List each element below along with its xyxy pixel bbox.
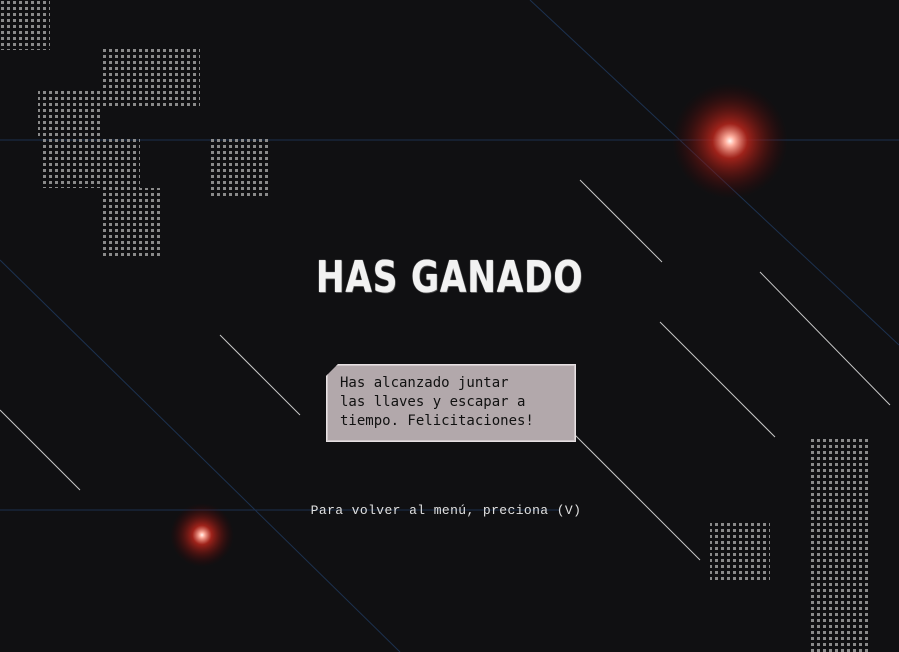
- red-glow-large: [672, 83, 788, 199]
- return-menu-hint: Para volver al menú, preciona (V): [310, 503, 582, 518]
- message-text: Has alcanzado juntar las llaves y escapa…: [340, 375, 534, 429]
- victory-title: HAS GANADO: [315, 252, 584, 303]
- background-scene: [0, 0, 899, 652]
